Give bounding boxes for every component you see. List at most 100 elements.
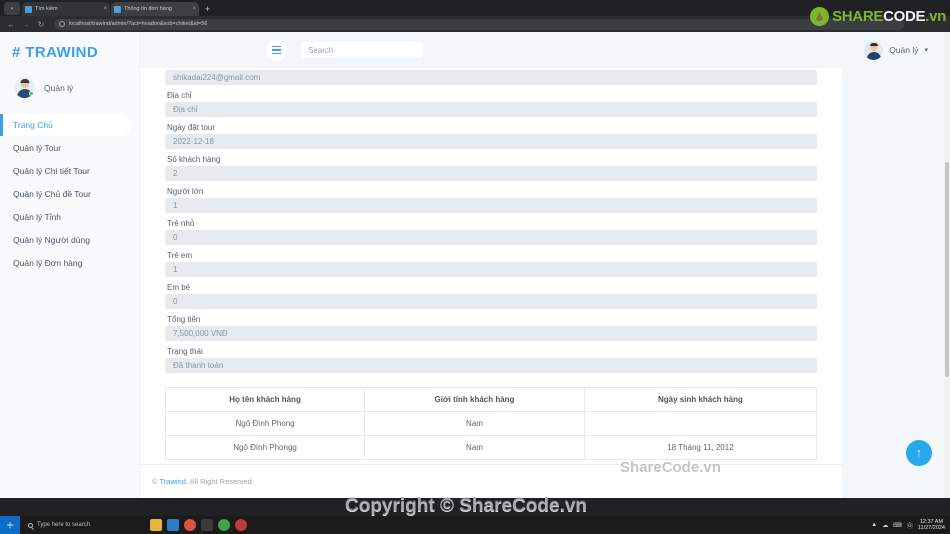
xampp-icon[interactable] — [218, 519, 230, 531]
page-viewport: # TRAWIND Quản lý Trang Chủ Quản lý Tour… — [0, 32, 950, 498]
field-ngay-dat-tour: Ngày đặt tour 2022-12-18 — [165, 117, 817, 149]
column-header-gender: Giới tính khách hàng — [364, 387, 585, 412]
forward-icon[interactable]: → — [21, 20, 31, 29]
sidebar-item-quan-ly-tour[interactable]: Quản lý Tour — [0, 137, 131, 159]
taskbar-search[interactable]: Type here to search — [20, 516, 140, 534]
footer-rest: , All Right Reserved. — [185, 477, 254, 486]
tray-expand-icon[interactable]: ▲ — [871, 522, 877, 528]
page-footer: © Trawind, All Right Reserved. — [140, 464, 842, 498]
cell-name: Ngô Đình Phong — [164, 411, 366, 436]
sidebar-item-trang-chu[interactable]: Trang Chủ — [0, 114, 131, 136]
footer-copyright: © Trawind, All Right Reserved. — [152, 477, 254, 486]
cell-birthdate — [583, 411, 818, 436]
sidebar-profile-name: Quản lý — [44, 82, 74, 93]
footer-brand-link[interactable]: Trawind — [159, 477, 185, 486]
taskbar-clock[interactable]: 12:37 AM 11/27/2024 — [918, 519, 945, 531]
scroll-to-top-button[interactable]: ↑ — [906, 440, 932, 466]
page-scrollbar-thumb[interactable] — [945, 162, 949, 377]
sidebar-profile[interactable]: Quản lý — [0, 61, 139, 98]
back-icon[interactable]: ← — [6, 20, 16, 29]
sharecode-logo-code: CODE — [883, 8, 926, 25]
field-email: shikadai224@gmail.com — [165, 68, 817, 85]
field-label: Địa chỉ — [167, 91, 192, 100]
field-label: Số khách hàng — [167, 155, 221, 164]
vscode-icon[interactable] — [167, 519, 179, 531]
email-field[interactable]: shikadai224@gmail.com — [165, 70, 817, 85]
sidebar: # TRAWIND Quản lý Trang Chủ Quản lý Tour… — [0, 32, 140, 498]
sidebar-nav: Trang Chủ Quản lý Tour Quản lý Chi tiết … — [0, 114, 139, 274]
search-input[interactable]: Search — [301, 42, 423, 58]
chrome-icon[interactable] — [184, 519, 196, 531]
cloud-icon[interactable]: ☁ — [882, 522, 888, 529]
field-label: Trẻ nhỏ — [167, 219, 195, 228]
infants-field[interactable]: 0 — [165, 294, 817, 309]
total-amount-field[interactable]: 7,500,000 VNĐ — [165, 326, 817, 341]
address-bar[interactable]: localhost/trawind/admin/?act=hoadon&sub=… — [54, 18, 904, 30]
order-detail-card: shikadai224@gmail.com Địa chỉ Địa chỉ Ng… — [140, 68, 842, 498]
browser-tab-1[interactable]: Tìm kiếm × — [22, 2, 110, 16]
field-tre-nho: Trẻ nhỏ 0 — [165, 213, 817, 245]
field-trang-thai: Trạng thái Đã thanh toán — [165, 341, 817, 373]
hamburger-menu-icon[interactable] — [266, 39, 287, 61]
customer-table-wrapper: Họ tên khách hàng Giới tính khách hàng N… — [140, 373, 842, 460]
network-icon[interactable]: Ⓞ — [907, 521, 913, 530]
terminal-icon[interactable] — [201, 519, 213, 531]
tab-close-icon[interactable]: × — [103, 6, 107, 12]
sidebar-item-quan-ly-chu-de-tour[interactable]: Quản lý Chủ đề Tour — [0, 183, 131, 205]
field-em-be: Em bé 0 — [165, 277, 817, 309]
sharecode-logo: SHARECODE.vn — [810, 7, 946, 26]
watermark-bottom: Copyright © ShareCode.vn — [345, 495, 588, 516]
sharecode-logo-share: SHARE — [832, 8, 884, 25]
page-scrollbar[interactable] — [944, 32, 950, 498]
file-explorer-icon[interactable] — [150, 519, 162, 531]
status-field[interactable]: Đã thanh toán — [165, 358, 817, 373]
field-dia-chi: Địa chỉ Địa chỉ — [165, 85, 817, 117]
user-menu[interactable]: Quản lý ▾ — [864, 40, 936, 60]
booking-date-field[interactable]: 2022-12-18 — [165, 134, 817, 149]
table-row: Ngô Đình Phongg Nam 18 Tháng 11, 2012 — [164, 435, 818, 460]
browser-tab-2[interactable]: Thông tin đơn hàng × — [111, 2, 199, 16]
sidebar-item-quan-ly-tinh[interactable]: Quản lý Tỉnh — [0, 206, 131, 228]
browser-toolbar: ← → ↻ localhost/trawind/admin/?act=hoado… — [0, 16, 950, 32]
browser-window: ▾ Tìm kiếm × Thông tin đơn hàng × + ← → … — [0, 0, 950, 516]
small-children-field[interactable]: 0 — [165, 230, 817, 245]
sidebar-item-quan-ly-nguoi-dung[interactable]: Quản lý Người dùng — [0, 229, 131, 251]
children-field[interactable]: 1 — [165, 262, 817, 277]
adults-field[interactable]: 1 — [165, 198, 817, 213]
arrow-up-icon: ↑ — [916, 446, 922, 459]
tab-favicon-icon — [114, 5, 121, 13]
keyboard-icon[interactable]: ⌨ — [893, 522, 902, 529]
new-tab-button[interactable]: + — [200, 2, 215, 16]
field-label: Trạng thái — [167, 347, 203, 356]
cell-gender: Nam — [364, 435, 585, 460]
site-info-icon[interactable] — [59, 21, 65, 27]
start-button[interactable] — [0, 516, 20, 534]
media-icon[interactable] — [235, 519, 247, 531]
taskbar-apps — [140, 519, 247, 531]
brand-logo[interactable]: # TRAWIND — [0, 32, 139, 61]
user-menu-name: Quản lý — [889, 45, 919, 55]
field-label: Em bé — [167, 283, 191, 292]
address-field[interactable]: Địa chỉ — [165, 102, 817, 117]
avatar — [14, 77, 35, 98]
guest-count-field[interactable]: 2 — [165, 166, 817, 181]
tab-search-button[interactable]: ▾ — [4, 2, 20, 15]
sidebar-item-quan-ly-don-hang[interactable]: Quản lý Đơn hàng — [0, 252, 131, 274]
column-header-name: Họ tên khách hàng — [164, 387, 366, 412]
field-label: Người lớn — [167, 187, 204, 196]
chevron-down-icon[interactable]: ▾ — [924, 46, 928, 54]
tab-favicon-icon — [25, 5, 32, 13]
cell-gender: Nam — [364, 411, 585, 436]
top-bar: Search Quản lý ▾ — [140, 32, 950, 68]
tab-title: Thông tin đơn hàng — [124, 6, 172, 12]
reload-icon[interactable]: ↻ — [36, 20, 46, 29]
tab-close-icon[interactable]: × — [192, 6, 196, 12]
column-header-birthdate: Ngày sinh khách hàng — [583, 387, 818, 412]
customer-table: Họ tên khách hàng Giới tính khách hàng N… — [164, 387, 818, 460]
table-header-row: Họ tên khách hàng Giới tính khách hàng N… — [164, 387, 818, 412]
sharecode-badge-icon — [810, 7, 830, 26]
sidebar-item-quan-ly-chi-tiet-tour[interactable]: Quản lý Chi tiết Tour — [0, 160, 131, 182]
field-label: Ngày đặt tour — [167, 123, 216, 132]
main-area: Search Quản lý ▾ shikadai224@gmail.com Đ… — [140, 32, 950, 498]
address-bar-url: localhost/trawind/admin/?act=hoadon&sub=… — [69, 21, 208, 27]
